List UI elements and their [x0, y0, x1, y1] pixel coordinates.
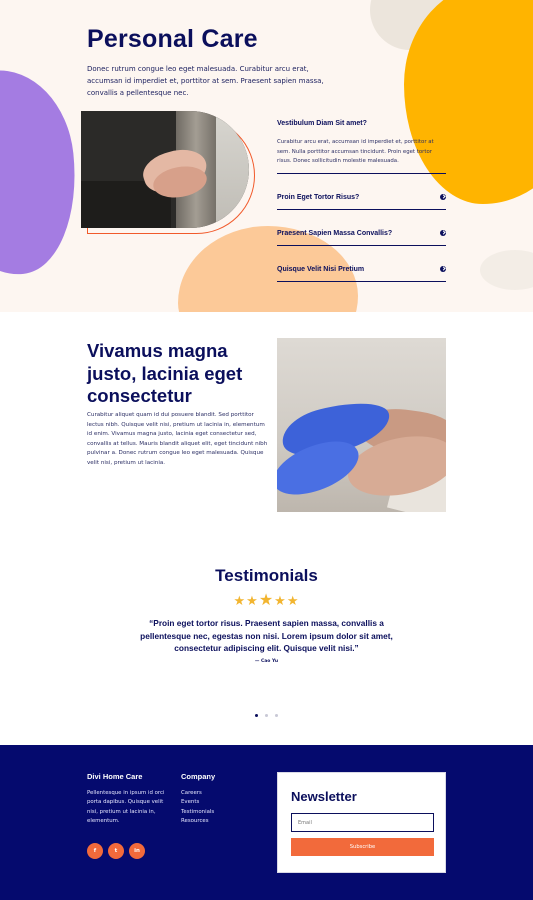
faq-item[interactable]: Proin Eget Tortor Risus? — [277, 174, 446, 210]
carousel-dot[interactable] — [265, 714, 268, 717]
email-field[interactable] — [291, 813, 434, 832]
decorative-blob-light — [480, 250, 533, 290]
carousel-dot[interactable] — [275, 714, 279, 717]
star-icon: ★ — [233, 594, 247, 609]
facebook-icon[interactable]: f — [87, 843, 103, 859]
faq-item[interactable]: Praesent Sapien Massa Convallis? — [277, 210, 446, 246]
newsletter-title: Newsletter — [291, 789, 357, 804]
hero-section: Personal Care Donec rutrum congue leo eg… — [0, 0, 533, 312]
star-icon: ★ — [286, 594, 300, 609]
faq-item-open[interactable]: Vestibulum Diam Sit amet? Curabitur arcu… — [277, 120, 446, 174]
testimonial-quote: “Proin eget tortor risus. Praesent sapie… — [140, 618, 393, 653]
footer-link-careers[interactable]: Careers — [181, 789, 214, 798]
footer-company-title: Company — [181, 772, 216, 781]
section-body-text: Curabitur aliquet quam id dui posuere bl… — [87, 412, 268, 466]
footer-link-testimonials[interactable]: Testimonials — [181, 808, 214, 817]
footer-brand-title: Divi Home Care — [87, 772, 143, 781]
footer-link-resources[interactable]: Resources — [181, 817, 214, 826]
faq-item[interactable]: Quisque Velit Nisi Pretium — [277, 246, 446, 282]
subscribe-button[interactable]: Subscribe — [291, 838, 434, 856]
testimonials-heading: Testimonials — [215, 566, 318, 585]
faq-open-answer: Curabitur arcu erat, accumsan id imperdi… — [277, 138, 446, 174]
newsletter-box: Newsletter Subscribe — [277, 772, 446, 873]
faq-open-title[interactable]: Vestibulum Diam Sit amet? — [277, 120, 446, 127]
decorative-blob-purple — [0, 63, 86, 282]
testimonial-author: — Cao Yu — [254, 659, 279, 664]
page-title: Personal Care — [87, 25, 258, 53]
footer-links: Careers Events Testimonials Resources — [181, 789, 214, 827]
faq-accordion: Vestibulum Diam Sit amet? Curabitur arcu… — [277, 120, 446, 282]
holding-hands-photo — [81, 111, 249, 228]
linkedin-icon[interactable]: in — [129, 843, 145, 859]
star-rating: ★★★★★ — [0, 590, 533, 609]
gloved-hands-photo — [277, 338, 446, 512]
chevron-down-icon[interactable] — [440, 193, 446, 200]
footer: Divi Home Care Pellentesque in ipsum id … — [0, 745, 533, 900]
hero-description: Donec rutrum congue leo eget malesuada. … — [87, 65, 324, 97]
faq-item-label[interactable]: Quisque Velit Nisi Pretium — [277, 266, 364, 273]
star-icon: ★ — [246, 594, 259, 609]
footer-brand-text: Pellentesque in ipsum id orci porta dapi… — [87, 790, 165, 825]
carousel-dots — [0, 702, 533, 721]
section-heading: Vivamus magna justo, lacinia eget consec… — [87, 340, 243, 406]
faq-item-label[interactable]: Proin Eget Tortor Risus? — [277, 194, 359, 201]
chevron-down-icon[interactable] — [440, 265, 446, 272]
twitter-icon[interactable]: t — [108, 843, 124, 859]
chevron-down-icon[interactable] — [440, 229, 446, 236]
star-icon: ★ — [274, 594, 287, 609]
carousel-dot[interactable] — [254, 714, 258, 717]
faq-item-label[interactable]: Praesent Sapien Massa Convallis? — [277, 230, 392, 237]
footer-link-events[interactable]: Events — [181, 798, 214, 807]
star-icon: ★ — [258, 590, 275, 609]
